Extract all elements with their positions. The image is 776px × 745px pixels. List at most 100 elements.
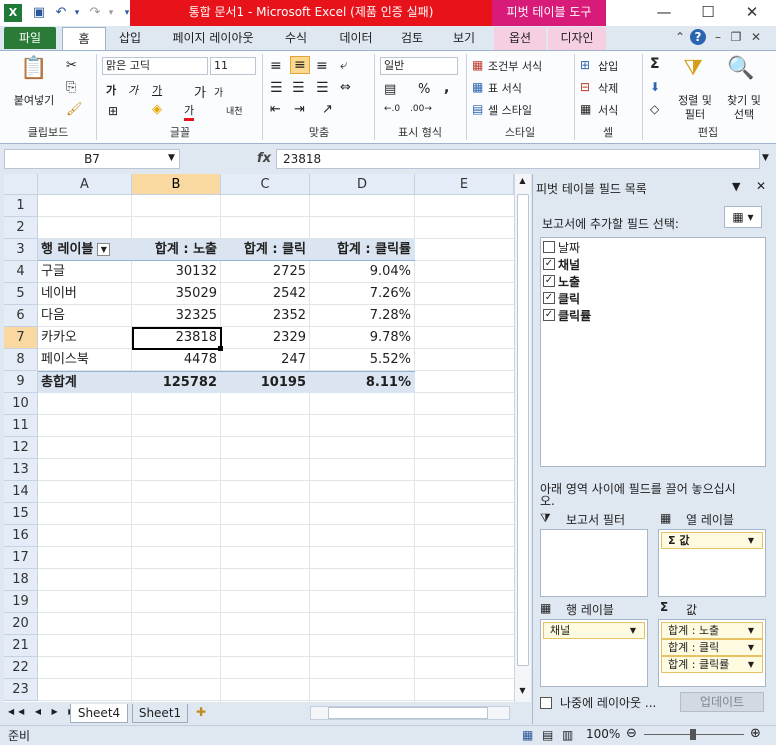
row-header-6[interactable]: 6	[4, 305, 38, 327]
close-icon[interactable]: ✕	[732, 0, 772, 24]
row-header-12[interactable]: 12	[4, 437, 38, 459]
font-name-combo[interactable]: 맑은 고딕	[102, 57, 208, 75]
select-all-corner[interactable]	[4, 174, 38, 195]
pivot-cell-clicks[interactable]: 2725	[221, 261, 310, 283]
field-name[interactable]: 클릭	[558, 290, 580, 307]
autosum-button[interactable]: Σ	[650, 56, 660, 72]
normal-view-icon[interactable]: ▦	[522, 728, 533, 742]
find-select-label-2[interactable]: 선택	[722, 106, 766, 122]
tab-insert[interactable]: 삽입	[108, 27, 152, 50]
row-header-16[interactable]: 16	[4, 525, 38, 547]
number-format-combo[interactable]: 일반	[380, 57, 458, 75]
conditional-format-icon[interactable]: ▦	[472, 58, 483, 72]
row-header-8[interactable]: 8	[4, 349, 38, 371]
sort-filter-label-2[interactable]: 필터	[676, 106, 714, 122]
pivot-cell-ctr[interactable]: 7.28%	[310, 305, 415, 327]
format-painter-icon[interactable]: 🖌	[66, 102, 83, 117]
pivot-row-label[interactable]: 다음	[38, 305, 132, 327]
increase-indent-icon[interactable]: ⇥	[294, 102, 305, 117]
field-checkbox-2[interactable]: ✓	[543, 275, 555, 287]
zoom-level[interactable]: 100%	[586, 727, 620, 741]
row-header-11[interactable]: 11	[4, 415, 38, 437]
page-layout-view-icon[interactable]: ▤	[542, 728, 553, 742]
bold-button[interactable]: 가	[106, 82, 116, 98]
tab-view[interactable]: 보기	[440, 27, 488, 50]
font-size-combo[interactable]: 11	[210, 57, 256, 75]
field-name[interactable]: 클릭률	[558, 307, 591, 324]
pivot-row-label[interactable]: 네이버	[38, 283, 132, 305]
pivot-cell-ctr[interactable]: 9.04%	[310, 261, 415, 283]
pivot-cell-clicks[interactable]: 2542	[221, 283, 310, 305]
phonetic-button[interactable]: 내천	[226, 104, 243, 117]
row-header-17[interactable]: 17	[4, 547, 38, 569]
doc-minimize-icon[interactable]: –	[710, 29, 726, 45]
pivot-cell-clicks[interactable]: 2329	[221, 327, 310, 349]
row-header-18[interactable]: 18	[4, 569, 38, 591]
pivot-cell-clicks[interactable]: 2352	[221, 305, 310, 327]
pivot-cell-ctr[interactable]: 9.78%	[310, 327, 415, 349]
row-header-20[interactable]: 20	[4, 613, 38, 635]
formula-input[interactable]: 23818	[276, 149, 760, 169]
doc-close-icon[interactable]: ✕	[748, 29, 764, 45]
row-header-5[interactable]: 5	[4, 283, 38, 305]
field-checkbox-3[interactable]: ✓	[543, 292, 555, 304]
update-button[interactable]: 업데이트	[680, 692, 764, 712]
row-header-14[interactable]: 14	[4, 481, 38, 503]
tab-pivot-design[interactable]: 디자인	[548, 27, 606, 50]
pivot-cell-ctr[interactable]: 7.26%	[310, 283, 415, 305]
tab-review[interactable]: 검토	[390, 27, 434, 50]
column-header-c[interactable]: C	[221, 174, 310, 195]
delete-cells-icon[interactable]: ⊟	[580, 80, 590, 94]
font-color-button[interactable]: 가	[184, 102, 195, 121]
pane-close-icon[interactable]: ✕	[756, 179, 766, 193]
orientation-icon[interactable]: ↗	[322, 102, 333, 117]
insert-function-button[interactable]: fx	[254, 149, 274, 169]
row-header-10[interactable]: 10	[4, 393, 38, 415]
copy-icon[interactable]: ⎘	[66, 80, 76, 95]
underline-button[interactable]: 가	[152, 82, 162, 98]
sheet-tab-sheet1[interactable]: Sheet1	[132, 704, 188, 723]
border-icon[interactable]: ⊞	[108, 104, 118, 118]
increase-decimal-icon[interactable]: ←.0	[384, 104, 400, 114]
expand-formula-icon[interactable]: ▼	[762, 153, 769, 163]
row-header-4[interactable]: 4	[4, 261, 38, 283]
row-header-23[interactable]: 23	[4, 679, 38, 701]
fill-icon[interactable]: ⬇	[650, 80, 660, 94]
pivot-filter-dropdown-icon[interactable]: ▼	[97, 243, 111, 256]
scroll-up-icon[interactable]: ▲	[516, 176, 529, 188]
wrap-text-icon[interactable]: ⤶	[340, 58, 347, 73]
insert-cells-button[interactable]: 삽입	[598, 58, 618, 74]
fill-handle[interactable]	[218, 346, 223, 351]
page-break-view-icon[interactable]: ▥	[562, 728, 573, 742]
field-dropdown-icon[interactable]: ▼	[630, 623, 636, 638]
tab-page-layout[interactable]: 페이지 레이아웃	[160, 27, 266, 50]
pivot-cell-exposure[interactable]: 30132	[132, 261, 221, 283]
pivot-grand-total-ctr[interactable]: 8.11%	[310, 371, 415, 393]
sort-filter-icon[interactable]: ⧩	[678, 56, 708, 86]
row-header-1[interactable]: 1	[4, 195, 38, 217]
pivot-header-exposure[interactable]: 합계 : 노출	[132, 239, 221, 261]
tab-file[interactable]: 파일	[4, 27, 56, 49]
vertical-scroll-thumb[interactable]	[517, 194, 529, 666]
value-field-item[interactable]: 합계 : 클릭 ▼	[661, 639, 763, 656]
pivot-cell-clicks[interactable]: 247	[221, 349, 310, 371]
find-select-icon[interactable]: 🔍	[726, 56, 756, 86]
cut-icon[interactable]: ✂	[66, 58, 77, 73]
pivot-cell-exposure[interactable]: 35029	[132, 283, 221, 305]
defer-layout-checkbox[interactable]	[540, 697, 552, 709]
align-top-icon[interactable]: ≡	[270, 58, 282, 74]
field-layout-icon[interactable]: ▦ ▾	[724, 206, 762, 228]
row-header-3[interactable]: 3	[4, 239, 38, 261]
column-field-values[interactable]: Σ 값 ▼	[661, 532, 763, 549]
field-dropdown-icon[interactable]: ▼	[748, 640, 754, 655]
align-bottom-icon[interactable]: ≡	[316, 58, 328, 74]
value-field-item[interactable]: 합계 : 노출 ▼	[661, 622, 763, 639]
column-header-b[interactable]: B	[132, 174, 221, 195]
row-header-22[interactable]: 22	[4, 657, 38, 679]
field-name[interactable]: 채널	[558, 256, 580, 273]
table-format-button[interactable]: 표 서식	[488, 80, 522, 96]
pivot-row-label[interactable]: 카카오	[38, 327, 132, 349]
report-filter-area[interactable]	[540, 529, 648, 597]
column-header-d[interactable]: D	[310, 174, 415, 195]
maximize-icon[interactable]: ☐	[688, 0, 728, 24]
